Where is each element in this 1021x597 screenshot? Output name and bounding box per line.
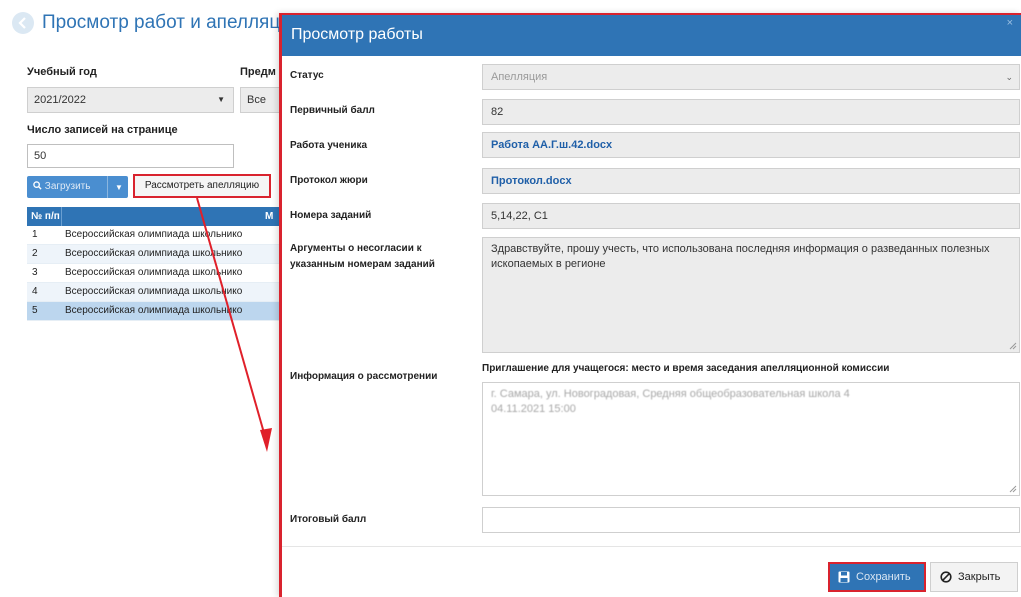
final-score-label: Итоговый балл	[290, 514, 367, 525]
review-appeal-button-label: Рассмотреть апелляцию	[144, 180, 260, 191]
col-num-header[interactable]: № п/п	[31, 207, 60, 226]
row-name: Всероссийская олимпиада школьнико	[65, 248, 243, 259]
caret-down-icon: ▼	[217, 95, 225, 104]
caret-down-icon: ▼	[115, 183, 123, 192]
close-icon[interactable]: ×	[1007, 17, 1013, 29]
row-number: 1	[32, 229, 38, 240]
table-row[interactable]: 2 Всероссийская олимпиада школьнико	[27, 245, 287, 264]
per-page-label: Число записей на странице	[27, 124, 178, 136]
view-work-modal: Просмотр работы × Статус Апелляция ⌄ Пер…	[279, 13, 1021, 597]
status-label: Статус	[290, 70, 324, 81]
table-row[interactable]: 1 Всероссийская олимпиада школьнико	[27, 226, 287, 245]
chevron-down-icon: ⌄	[1005, 72, 1013, 82]
table-row-selected[interactable]: 5 Всероссийская олимпиада школьнико	[27, 302, 287, 321]
table-row[interactable]: 3 Всероссийская олимпиада школьнико	[27, 264, 287, 283]
footer-divider	[282, 546, 1021, 547]
arguments-textarea[interactable]: Здравствуйте, прошу учесть, что использо…	[482, 237, 1020, 353]
row-number: 3	[32, 267, 38, 278]
review-info-label: Информация о рассмотрении	[290, 371, 438, 382]
save-button-label: Сохранить	[856, 571, 911, 583]
search-icon	[33, 181, 42, 190]
load-dropdown-toggle[interactable]: ▼	[107, 176, 129, 198]
school-year-label: Учебный год	[27, 66, 97, 78]
load-button-label: Загрузить	[33, 176, 90, 198]
student-work-link[interactable]: Работа АА.Г.ш.42.docx	[491, 139, 612, 151]
page-title: Просмотр работ и апелляций	[42, 12, 302, 33]
row-name: Всероссийская олимпиада школьнико	[65, 305, 243, 316]
row-number: 4	[32, 286, 38, 297]
resize-grip-icon[interactable]	[1009, 342, 1017, 350]
column-divider	[61, 207, 62, 226]
primary-score-label: Первичный балл	[290, 105, 375, 116]
load-button-text: Загрузить	[44, 181, 91, 192]
jury-protocol-label: Протокол жюри	[290, 175, 368, 186]
close-button[interactable]: Закрыть	[930, 562, 1018, 592]
school-year-select[interactable]: 2021/2022 ▼	[27, 87, 234, 113]
row-name: Всероссийская олимпиада школьнико	[65, 229, 243, 240]
task-numbers-field: 5,14,22, С1	[482, 203, 1020, 229]
works-table: № п/п М 1 Всероссийская олимпиада школьни…	[27, 207, 287, 321]
load-button[interactable]: Загрузить ▼	[27, 176, 128, 198]
arguments-value: Здравствуйте, прошу учесть, что использо…	[491, 243, 990, 270]
modal-header: Просмотр работы ×	[282, 13, 1021, 56]
ban-icon	[940, 571, 952, 583]
row-number: 2	[32, 248, 38, 259]
resize-grip-icon[interactable]	[1009, 485, 1017, 493]
subject-label: Предм	[240, 66, 276, 78]
task-numbers-value: 5,14,22, С1	[491, 210, 548, 222]
student-work-field: Работа АА.Г.ш.42.docx	[482, 132, 1020, 158]
jury-protocol-field: Протокол.docx	[482, 168, 1020, 194]
row-number: 5	[32, 305, 38, 316]
save-disk-icon	[838, 571, 850, 583]
status-value: Апелляция	[491, 71, 548, 83]
close-button-label: Закрыть	[958, 571, 1001, 583]
invitation-line-1: г. Самара, ул. Новоградовая, Средняя общ…	[491, 388, 850, 400]
invitation-line-2: 04.11.2021 15:00	[491, 403, 576, 415]
page-header: Просмотр работ и апелляций	[0, 0, 301, 48]
per-page-value: 50	[34, 150, 47, 162]
table-header: № п/п М	[27, 207, 287, 226]
jury-protocol-link[interactable]: Протокол.docx	[491, 175, 572, 187]
primary-score-field: 82	[482, 99, 1020, 125]
modal-title: Просмотр работы	[291, 26, 423, 43]
primary-score-value: 82	[491, 106, 504, 118]
table-row[interactable]: 4 Всероссийская олимпиада школьнико	[27, 283, 287, 302]
final-score-input[interactable]	[482, 507, 1020, 533]
school-year-value: 2021/2022	[34, 94, 86, 106]
invitation-textarea[interactable]: г. Самара, ул. Новоградовая, Средняя общ…	[482, 382, 1020, 496]
status-select[interactable]: Апелляция ⌄	[482, 64, 1020, 90]
per-page-input[interactable]: 50	[27, 144, 234, 168]
review-appeal-button[interactable]: Рассмотреть апелляцию	[133, 174, 271, 198]
arguments-label: Аргументы о несогласии к указанным номер…	[290, 243, 435, 270]
student-work-label: Работа ученика	[290, 140, 368, 151]
save-button[interactable]: Сохранить	[828, 562, 926, 592]
row-name: Всероссийская олимпиада школьнико	[65, 267, 243, 278]
invitation-label: Приглашение для учащегося: место и время…	[482, 363, 890, 374]
subject-value: Все	[247, 94, 266, 106]
back-arrow-icon[interactable]	[12, 12, 34, 34]
row-name: Всероссийская олимпиада школьнико	[65, 286, 243, 297]
task-numbers-label: Номера заданий	[290, 210, 372, 221]
col-name-header[interactable]: М	[265, 207, 273, 226]
